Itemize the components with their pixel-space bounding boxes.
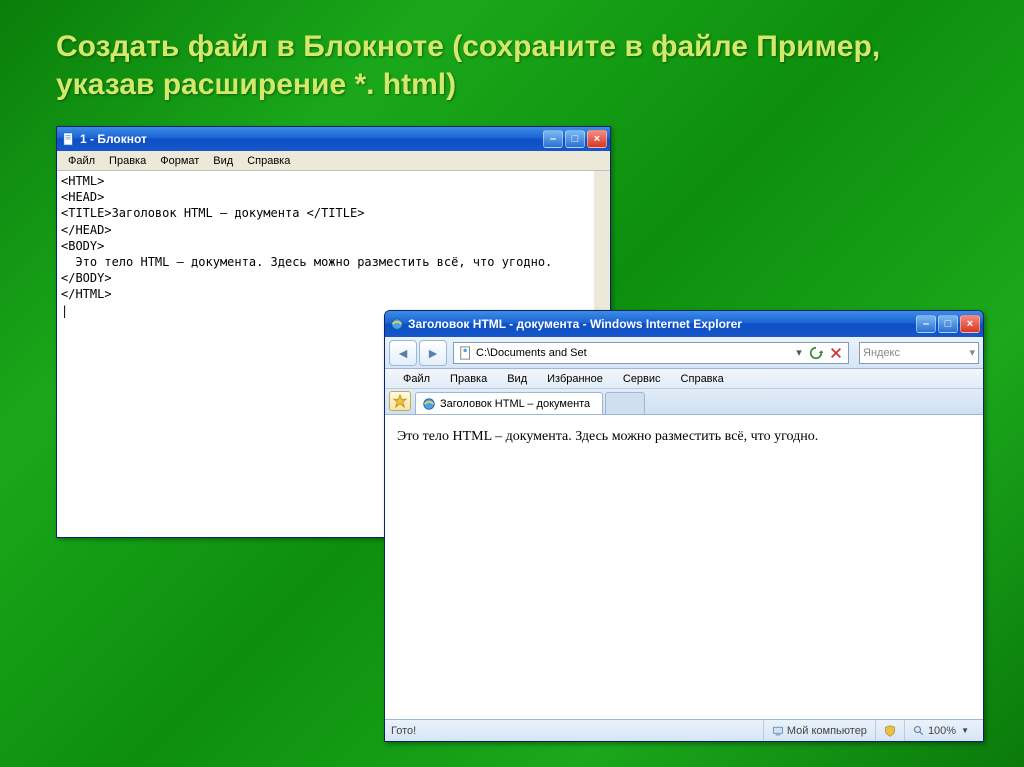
menu-view[interactable]: Вид <box>497 371 537 387</box>
ie-title-text: Заголовок HTML - документа - Windows Int… <box>408 317 916 331</box>
address-dropdown-icon[interactable]: ▾ <box>792 346 806 359</box>
zoom-icon <box>913 725 925 737</box>
status-zone: Мой компьютер <box>763 720 875 741</box>
menu-help[interactable]: Справка <box>240 153 297 169</box>
menu-help[interactable]: Справка <box>671 371 734 387</box>
menu-favorites[interactable]: Избранное <box>537 371 613 387</box>
menu-format[interactable]: Формат <box>153 153 206 169</box>
minimize-button[interactable]: – <box>543 130 563 148</box>
tab-label: Заголовок HTML – документа <box>440 398 590 410</box>
menu-edit[interactable]: Правка <box>102 153 153 169</box>
address-bar[interactable]: C:\Documents and Set ▾ <box>453 342 849 364</box>
maximize-button[interactable]: □ <box>938 315 958 333</box>
status-zoom[interactable]: 100% ▼ <box>904 720 977 741</box>
computer-icon <box>772 725 784 737</box>
browser-tab-new[interactable] <box>605 392 645 414</box>
arrow-left-icon: ◄ <box>396 345 410 361</box>
menu-file[interactable]: Файл <box>61 153 102 169</box>
refresh-icon[interactable] <box>809 346 823 360</box>
ie-tabbar: Заголовок HTML – документа <box>385 389 983 415</box>
notepad-title-text: 1 - Блокнот <box>80 132 543 146</box>
stop-icon[interactable] <box>829 346 843 360</box>
close-button[interactable]: × <box>587 130 607 148</box>
ie-statusbar: Гото! Мой компьютер 100% ▼ <box>385 719 983 741</box>
menu-view[interactable]: Вид <box>206 153 240 169</box>
search-placeholder: Яндекс <box>863 347 900 359</box>
arrow-right-icon: ► <box>426 345 440 361</box>
close-button[interactable]: × <box>960 315 980 333</box>
ie-page-icon <box>422 397 436 411</box>
chevron-down-icon: ▼ <box>961 726 969 735</box>
ie-page-content: Это тело HTML – документа. Здесь можно р… <box>385 415 983 719</box>
browser-tab-active[interactable]: Заголовок HTML – документа <box>415 392 603 414</box>
notepad-titlebar[interactable]: 1 - Блокнот – □ × <box>57 127 610 151</box>
ie-titlebar[interactable]: Заголовок HTML - документа - Windows Int… <box>385 311 983 337</box>
menu-edit[interactable]: Правка <box>440 371 497 387</box>
ie-menubar: Файл Правка Вид Избранное Сервис Справка <box>385 369 983 389</box>
back-button[interactable]: ◄ <box>389 340 417 366</box>
ie-icon <box>390 317 404 331</box>
ie-window: Заголовок HTML - документа - Windows Int… <box>384 310 984 742</box>
status-protected-mode <box>875 720 904 741</box>
page-icon <box>459 346 473 360</box>
menu-tools[interactable]: Сервис <box>613 371 671 387</box>
ie-nav-toolbar: ◄ ► C:\Documents and Set ▾ Я Яндекс ▾ <box>385 337 983 369</box>
star-icon <box>393 394 407 408</box>
page-body-text: Это тело HTML – документа. Здесь можно р… <box>397 429 818 444</box>
maximize-button[interactable]: □ <box>565 130 585 148</box>
notepad-icon <box>62 132 76 146</box>
status-ready: Гото! <box>391 725 416 737</box>
search-box[interactable]: Я Яндекс ▾ <box>859 342 979 364</box>
shield-icon <box>884 725 896 737</box>
search-dropdown-icon[interactable]: ▾ <box>969 346 975 359</box>
notepad-menubar: Файл Правка Формат Вид Справка <box>57 151 610 171</box>
slide-title: Создать файл в Блокноте (сохраните в фай… <box>56 28 984 103</box>
address-text: C:\Documents and Set <box>476 347 792 359</box>
favorites-button[interactable] <box>389 391 411 411</box>
minimize-button[interactable]: – <box>916 315 936 333</box>
forward-button[interactable]: ► <box>419 340 447 366</box>
menu-file[interactable]: Файл <box>393 371 440 387</box>
